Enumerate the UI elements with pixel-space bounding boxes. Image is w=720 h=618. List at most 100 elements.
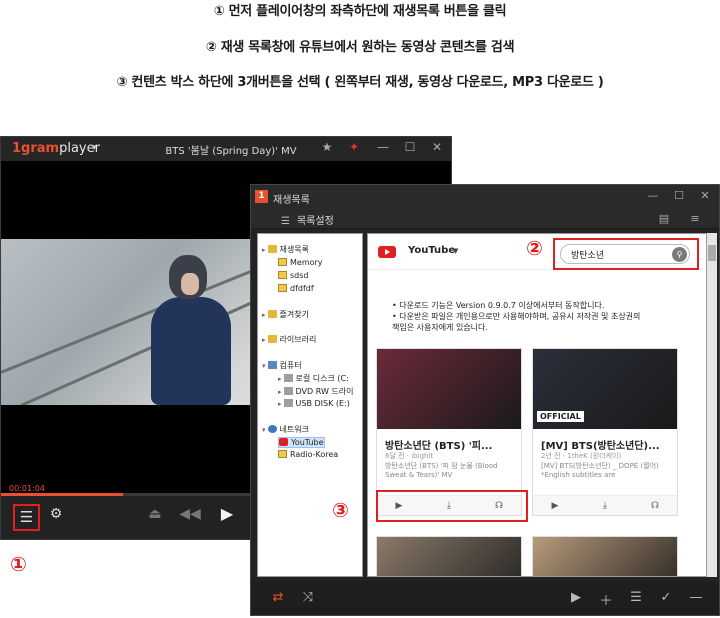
play-icon[interactable]: ▶ — [567, 590, 585, 605]
tree-item-label: 네트워크 — [279, 425, 309, 434]
tree-toggle-icon[interactable]: ▾ — [262, 362, 266, 370]
file-icon — [278, 450, 287, 458]
playlist-icon: ☰ — [19, 508, 34, 526]
video-title[interactable]: [MV] BTS(방탄소년단)... — [541, 437, 675, 452]
rewind-icon[interactable]: ◀◀ — [179, 506, 201, 522]
tree-item[interactable]: ▾ 컴퓨터 — [262, 360, 302, 371]
tree-item-label: 즐겨찾기 — [279, 310, 309, 319]
tree-item[interactable]: YouTube — [278, 437, 325, 448]
headphone-icon[interactable]: ☊ — [645, 501, 665, 511]
youtube-icon — [378, 246, 396, 258]
notice-line: • 다운받은 파일은 개인용으로만 사용해야하며, 공유시 저작권 및 초상권의 — [392, 312, 641, 321]
folder-icon — [267, 245, 277, 253]
tree-toggle-icon[interactable]: ▾ — [262, 426, 266, 434]
add-icon[interactable]: ＋ — [597, 590, 615, 609]
maximize-icon[interactable]: ☐ — [402, 140, 418, 154]
scrollbar[interactable] — [707, 233, 717, 577]
player-titlebar[interactable]: 1gramplayer ▾ BTS '봄날 (Spring Day)' MV ★… — [1, 137, 451, 161]
shuffle-icon[interactable]: ⤨ — [299, 590, 317, 605]
actions-highlight — [376, 490, 528, 522]
video-card[interactable]: OFFICIAL [MV] BTS(방탄소년단)... 2년 전 · 1theK… — [532, 348, 678, 516]
playlist-title: 재생목록 — [273, 195, 310, 206]
tree-item[interactable]: ▾ 네트워크 — [262, 424, 309, 435]
tree-item[interactable]: ▸ 즐겨찾기 — [262, 309, 309, 320]
star-icon[interactable]: ★ — [319, 140, 335, 154]
rail-line — [1, 259, 279, 382]
minimize-icon[interactable]: — — [375, 140, 391, 154]
video-person — [151, 297, 231, 405]
tree-item-label: YouTube — [291, 438, 324, 447]
scroll-thumb[interactable] — [708, 245, 716, 261]
chevron-down-icon[interactable]: ▾ — [92, 143, 97, 153]
file-icon — [278, 258, 287, 266]
pin-icon[interactable]: ✦ — [346, 140, 362, 154]
tree-item[interactable]: ▸ 로컬 디스크 (C: — [278, 373, 349, 384]
tree-item[interactable]: Memory — [278, 258, 323, 267]
eject-icon[interactable]: ⏏ — [144, 506, 166, 522]
tree-toggle-icon[interactable]: ▸ — [262, 311, 266, 319]
list-settings-button[interactable]: ☰ 목록설정 — [281, 212, 334, 227]
tree-item[interactable]: Radio-Korea — [278, 450, 338, 459]
notice-line: 책임은 사용자에게 있습니다. — [392, 323, 488, 332]
player-title: BTS '봄날 (Spring Day)' MV — [165, 146, 297, 157]
tree-toggle-icon[interactable]: ▸ — [278, 400, 282, 408]
video-thumbnail[interactable] — [533, 537, 677, 576]
step-mark-1: ① — [10, 552, 27, 576]
source-label[interactable]: YouTube — [408, 245, 455, 256]
playlist-button[interactable]: ☰ — [13, 504, 40, 531]
video-thumbnail[interactable]: OFFICIAL — [533, 349, 677, 429]
folder-icon — [267, 335, 277, 343]
folder-icon[interactable]: ▤ — [656, 212, 672, 225]
close-icon[interactable]: ✕ — [429, 140, 445, 154]
remove-icon[interactable]: — — [687, 590, 705, 605]
tree-item-label: 컴퓨터 — [279, 361, 302, 370]
tree-item-label: 로컬 디스크 (C: — [295, 374, 349, 383]
list-add-icon[interactable]: ☰ — [627, 590, 645, 605]
tree-item-label: DVD RW 드라이 — [295, 387, 354, 396]
tree-item[interactable]: ▸ DVD RW 드라이 — [278, 386, 353, 397]
video-thumbnail[interactable] — [377, 349, 521, 429]
download-icon[interactable]: ⤓ — [595, 501, 615, 511]
tree-toggle-icon[interactable]: ▸ — [262, 336, 266, 344]
chevron-down-icon[interactable]: ▼ — [453, 247, 458, 255]
tree-toggle-icon[interactable]: ▸ — [278, 388, 282, 396]
check-icon[interactable]: ✓ — [657, 590, 675, 605]
tree-item[interactable]: sdsd — [278, 271, 309, 280]
maximize-icon[interactable]: ☐ — [671, 189, 687, 202]
folder-tree: ▸ 재생목록 Memory sdsd dfdfdf ▸ 즐겨찾기 ▸ 라이브러리 ▾ 컴퓨터 ▸ 로컬 … — [257, 233, 363, 577]
list-settings-label: 목록설정 — [296, 216, 334, 227]
playlist-titlebar[interactable]: 1 재생목록 — ☐ ✕ — [251, 185, 719, 209]
tree-item[interactable]: dfdfdf — [278, 284, 314, 293]
repeat-icon[interactable]: ⇄ — [269, 590, 287, 605]
video-card[interactable] — [532, 536, 678, 576]
player-logo[interactable]: 1gramplayer — [12, 141, 100, 156]
instruction-step-3: ③ 컨텐츠 박스 하단에 3개버튼을 선택 ( 왼쪽부터 재생, 동영상 다운로… — [116, 75, 604, 90]
minimize-icon[interactable]: — — [645, 189, 661, 202]
close-icon[interactable]: ✕ — [697, 189, 713, 202]
play-icon[interactable]: ▶ — [545, 501, 565, 511]
tree-item[interactable]: ▸ 재생목록 — [262, 244, 309, 255]
video-title[interactable]: 방탄소년단 (BTS) '피... — [385, 437, 519, 452]
tree-item-label: Memory — [290, 258, 323, 267]
notice-line: • 다운로드 기능은 Version 0.9.0.7 이상에서부터 동작합니다. — [392, 301, 605, 310]
video-thumbnail[interactable] — [377, 537, 521, 576]
search-highlight — [553, 238, 699, 270]
tree-item-label: 재생목록 — [279, 245, 309, 254]
drive-icon — [283, 399, 293, 407]
logo-1gram: 1gram — [12, 141, 60, 156]
play-icon[interactable]: ▶ — [216, 504, 238, 523]
sort-icon[interactable]: ≡ — [687, 212, 703, 225]
tree-item-label: sdsd — [290, 271, 309, 280]
step-mark-2: ② — [526, 236, 543, 260]
playlist-bottom-bar: ⇄ ⤨ ▶ ＋ ☰ ✓ — — [251, 581, 719, 615]
star-icon — [267, 310, 277, 318]
tree-item[interactable]: ▸ 라이브러리 — [262, 334, 316, 345]
content-panel: YouTube ▼ ⚲ • 다운로드 기능은 Version 0.9.0.7 이… — [367, 233, 707, 577]
pc-icon — [267, 361, 277, 369]
gear-icon[interactable]: ⚙ — [45, 506, 67, 522]
tree-toggle-icon[interactable]: ▸ — [278, 375, 282, 383]
download-notice: • 다운로드 기능은 Version 0.9.0.7 이상에서부터 동작합니다.… — [392, 300, 702, 333]
tree-toggle-icon[interactable]: ▸ — [262, 246, 266, 254]
video-card[interactable] — [376, 536, 522, 576]
tree-item[interactable]: ▸ USB DISK (E:) — [278, 399, 350, 408]
